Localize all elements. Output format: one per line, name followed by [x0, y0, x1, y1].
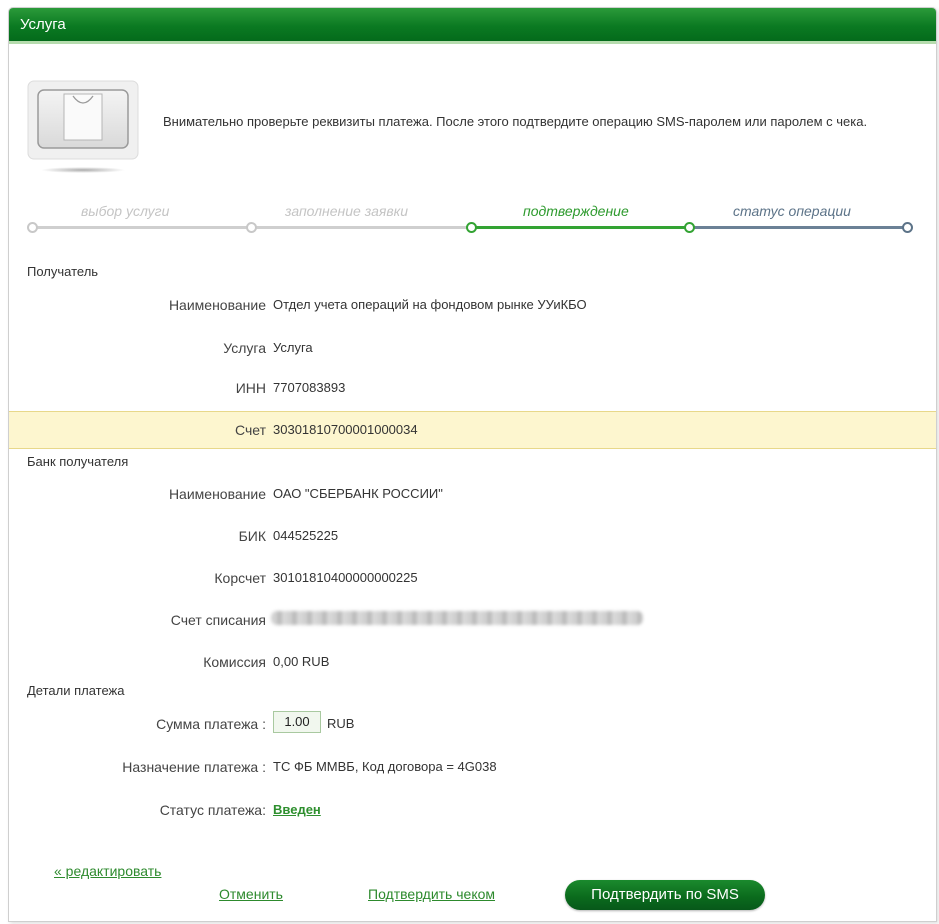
- recipient-name-value: Отдел учета операций на фондовом рынке У…: [273, 297, 587, 312]
- step-line-current: [473, 226, 691, 229]
- bank-corr-row: Корсчет 30101810400000000225: [9, 560, 936, 596]
- cancel-link[interactable]: Отменить: [219, 886, 283, 902]
- debit-account-row: Счет списания: [9, 602, 936, 638]
- bank-bik-row: БИК 044525225: [9, 518, 936, 554]
- bank-name-row: Наименование ОАО "СБЕРБАНК РОССИИ": [9, 476, 936, 512]
- status-link[interactable]: Введен: [273, 802, 321, 817]
- steps-progress: выбор услуги заполнение заявки подтвержд…: [9, 203, 936, 243]
- amount-value: 1.00: [273, 711, 321, 733]
- recipient-service-label: Услуга: [223, 340, 266, 356]
- fee-value: 0,00 RUB: [273, 654, 330, 669]
- recipient-account-label: Счет: [235, 422, 266, 438]
- step-line-future: [691, 226, 909, 229]
- amount-row: Сумма платежа : 1.00 RUB: [9, 706, 936, 742]
- recipient-inn-label: ИНН: [235, 380, 266, 396]
- recipient-name-label: Наименование: [168, 297, 266, 313]
- panel-header: Услуга: [9, 8, 936, 44]
- step-dot-3: [466, 222, 477, 233]
- recipient-service-row: Услуга Услуга: [9, 330, 936, 366]
- edit-link[interactable]: « редактировать: [54, 863, 161, 879]
- status-row: Статус платежа: Введен: [9, 792, 936, 828]
- debit-account-label: Счет списания: [170, 612, 266, 628]
- shopping-bag-icon: [27, 80, 139, 180]
- step-label-4: статус операции: [733, 203, 851, 219]
- bank-corr-label: Корсчет: [214, 570, 266, 586]
- bank-section-title: Банк получателя: [27, 454, 129, 469]
- panel-title: Услуга: [20, 16, 66, 33]
- recipient-account-row: Счет 30301810700001000034: [9, 411, 936, 449]
- service-panel: Услуга Внимательно проверьте реквизиты п…: [8, 7, 937, 922]
- step-label-1: выбор услуги: [81, 203, 170, 219]
- amount-label: Сумма платежа :: [156, 716, 266, 732]
- bank-corr-value: 30101810400000000225: [273, 570, 418, 585]
- bank-name-value: ОАО "СБЕРБАНК РОССИИ": [273, 486, 443, 501]
- debit-account-blurred-value: [271, 611, 643, 625]
- step-dot-1: [27, 222, 38, 233]
- step-label-3: подтверждение: [523, 203, 629, 219]
- recipient-name-row: Наименование Отдел учета операций на фон…: [9, 287, 936, 323]
- step-dot-2: [246, 222, 257, 233]
- recipient-account-value: 30301810700001000034: [273, 422, 418, 437]
- recipient-service-value: Услуга: [273, 340, 313, 355]
- confirm-sms-button[interactable]: Подтвердить по SMS: [565, 880, 765, 910]
- fee-row: Комиссия 0,00 RUB: [9, 644, 936, 680]
- step-dot-4: [684, 222, 695, 233]
- confirm-check-link[interactable]: Подтвердить чеком: [368, 886, 495, 902]
- status-label: Статус платежа:: [159, 802, 266, 818]
- details-section-title: Детали платежа: [27, 683, 125, 698]
- recipient-inn-value: 7707083893: [273, 380, 346, 395]
- purpose-value: ТС ФБ ММВБ, Код договора = 4G038: [273, 759, 497, 774]
- fee-label: Комиссия: [203, 654, 266, 670]
- recipient-inn-row: ИНН 7707083893: [9, 370, 936, 406]
- bank-bik-label: БИК: [238, 528, 266, 544]
- bank-bik-value: 044525225: [273, 528, 339, 543]
- amount-currency: RUB: [327, 716, 355, 731]
- step-label-2: заполнение заявки: [285, 203, 409, 219]
- purpose-row: Назначение платежа : ТС ФБ ММВБ, Код дог…: [9, 749, 936, 785]
- bank-name-label: Наименование: [168, 486, 266, 502]
- step-dot-5: [902, 222, 913, 233]
- hint-text: Внимательно проверьте реквизиты платежа.…: [163, 114, 868, 129]
- purpose-label: Назначение платежа :: [122, 759, 266, 775]
- recipient-section-title: Получатель: [27, 264, 99, 279]
